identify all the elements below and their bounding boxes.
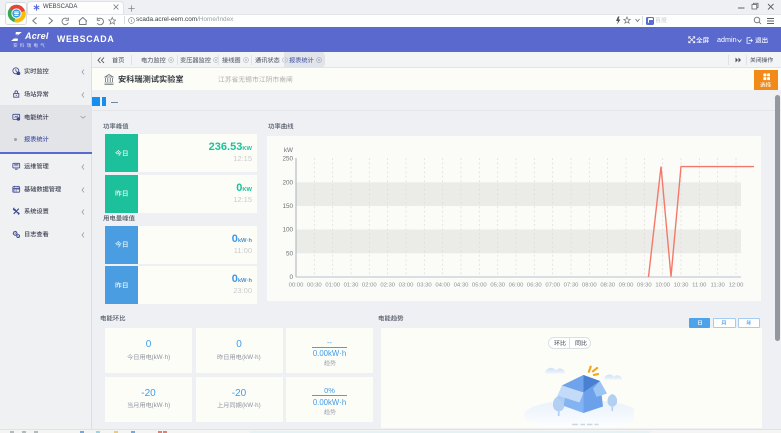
svg-text:11:30: 11:30 (711, 283, 726, 289)
svg-text:11:00: 11:00 (692, 283, 707, 289)
svg-text:100: 100 (282, 227, 293, 234)
svg-text:02:00: 02:00 (362, 283, 377, 289)
svg-text:05:00: 05:00 (472, 283, 487, 289)
svg-text:10:30: 10:30 (674, 283, 689, 289)
svg-text:01:30: 01:30 (344, 283, 359, 289)
svg-text:09:00: 09:00 (619, 283, 634, 289)
svg-text:05:30: 05:30 (490, 283, 505, 289)
svg-text:10:00: 10:00 (655, 283, 670, 289)
svg-text:03:00: 03:00 (399, 283, 414, 289)
svg-text:07:00: 07:00 (545, 283, 560, 289)
svg-text:00:30: 00:30 (307, 283, 322, 289)
svg-text:0: 0 (289, 274, 293, 281)
svg-text:00:00: 00:00 (289, 283, 304, 289)
svg-text:150: 150 (282, 203, 293, 210)
svg-text:03:30: 03:30 (417, 283, 432, 289)
svg-text:12:00: 12:00 (729, 283, 744, 289)
svg-text:250: 250 (282, 156, 293, 163)
svg-text:08:00: 08:00 (582, 283, 597, 289)
svg-text:06:00: 06:00 (509, 283, 524, 289)
svg-text:04:00: 04:00 (435, 283, 450, 289)
svg-text:06:30: 06:30 (527, 283, 542, 289)
svg-text:01:00: 01:00 (325, 283, 340, 289)
svg-text:kW: kW (284, 147, 293, 154)
svg-text:02:30: 02:30 (380, 283, 395, 289)
svg-text:09:30: 09:30 (637, 283, 652, 289)
svg-text:50: 50 (286, 250, 294, 257)
svg-text:07:30: 07:30 (564, 283, 579, 289)
svg-text:08:30: 08:30 (600, 283, 615, 289)
svg-text:200: 200 (282, 179, 293, 186)
svg-text:04:30: 04:30 (454, 283, 469, 289)
